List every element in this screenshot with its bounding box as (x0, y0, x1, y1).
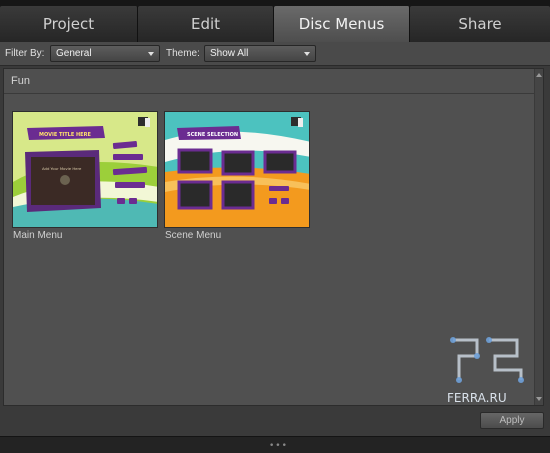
title-banner-text: SCENE SELECTION (187, 132, 238, 138)
tab-bar: Project Edit Disc Menus Share (0, 0, 550, 42)
svg-text:Add Your Movie Here: Add Your Movie Here (42, 166, 82, 171)
title-banner-text: MOVIE TITLE HERE (39, 132, 91, 138)
chevron-down-icon (304, 52, 310, 56)
tab-project[interactable]: Project (0, 6, 138, 42)
scene-menu-preview: SCENE SELECTION (165, 112, 309, 227)
tab-disc-menus[interactable]: Disc Menus (274, 6, 410, 42)
chevron-down-icon (148, 52, 154, 56)
bottom-bar: ••• (0, 436, 550, 453)
ferra-watermark: FERRA.RU (445, 336, 531, 408)
template-caption: Main Menu (13, 230, 63, 241)
scroll-down-icon[interactable] (536, 397, 542, 401)
scroll-up-icon[interactable] (536, 73, 542, 77)
main-menu-preview: MOVIE TITLE HERE Add Your Movie Here (13, 112, 157, 227)
filter-by-select[interactable]: General (50, 45, 160, 62)
template-caption: Scene Menu (165, 230, 222, 241)
tab-edit[interactable]: Edit (138, 6, 274, 42)
ferra-logo: FERRA.RU (447, 337, 524, 405)
category-header: Fun (4, 69, 535, 94)
theme-select[interactable]: Show All (204, 45, 316, 62)
resize-grip-icon[interactable]: ••• (269, 441, 288, 451)
filter-by-value: General (56, 48, 92, 59)
template-main-menu[interactable]: MOVIE TITLE HERE Add Your Movie Here (12, 111, 158, 228)
filter-bar: Filter By: General Theme: Show All (0, 42, 550, 66)
tab-share[interactable]: Share (410, 6, 550, 42)
apply-button[interactable]: Apply (480, 412, 544, 429)
watermark-text: FERRA.RU (447, 391, 507, 405)
theme-label: Theme: (166, 48, 200, 59)
vertical-scrollbar[interactable] (534, 69, 543, 405)
filter-by-label: Filter By: (5, 48, 45, 59)
theme-value: Show All (210, 48, 249, 59)
template-scene-menu[interactable]: SCENE SELECTION (164, 111, 310, 228)
